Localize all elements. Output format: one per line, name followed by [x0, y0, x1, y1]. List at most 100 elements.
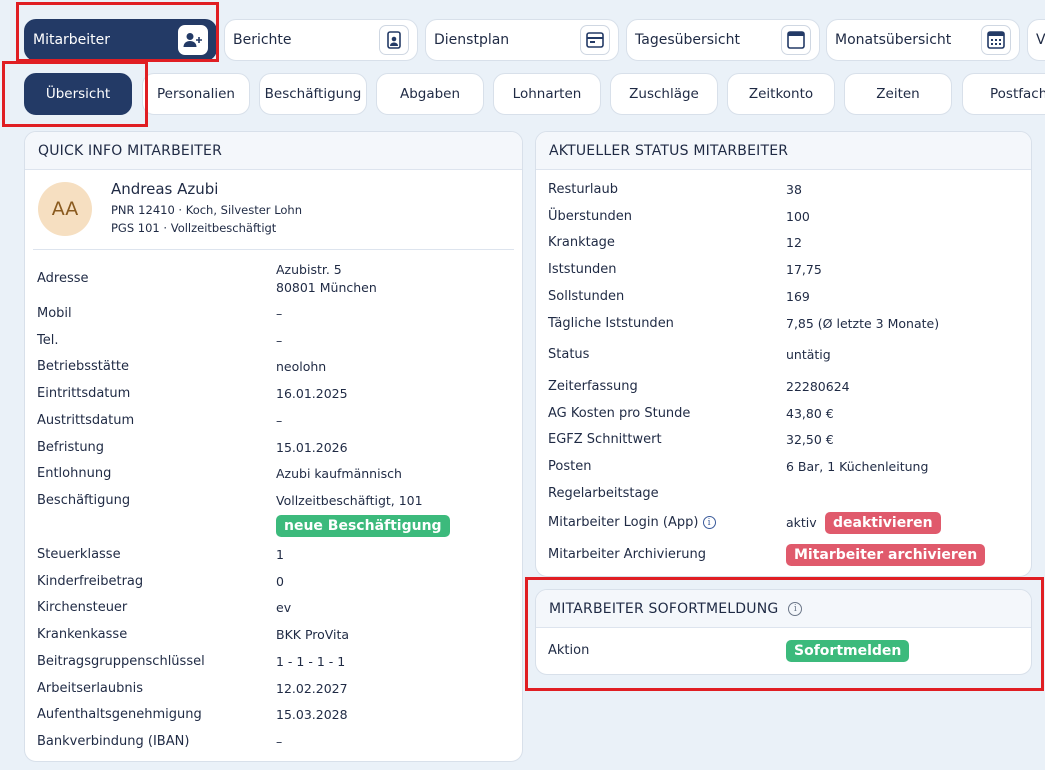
- field-label: Kirchensteuer: [37, 600, 128, 616]
- field-label: Status: [548, 347, 590, 363]
- status-card: AKTUELLER STATUS MITARBEITER Resturlaub 3…: [535, 131, 1032, 577]
- action-label: Aktion: [548, 643, 590, 658]
- subtab-lohnarten[interactable]: Lohnarten: [493, 73, 601, 115]
- archive-button[interactable]: Mitarbeiter archivieren: [786, 544, 986, 566]
- field-value: 7,85 (Ø letzte 3 Monate): [786, 315, 940, 331]
- schedule-icon: [580, 25, 610, 55]
- field-value: ev: [276, 600, 292, 616]
- field-label: AG Kosten pro Stunde: [548, 405, 691, 421]
- field-value: neolohn: [276, 359, 327, 375]
- field-label: Tel.: [37, 332, 59, 348]
- field-value: –: [276, 412, 283, 428]
- field-value: 100: [786, 208, 810, 224]
- field-value: –: [276, 733, 283, 749]
- sofortmelden-wrapper: Sofortmelden: [786, 640, 910, 662]
- field-value: 1 - 1 - 1 - 1: [276, 653, 346, 669]
- field-value: 1: [276, 547, 284, 562]
- tab-label: V: [1036, 32, 1045, 48]
- field-value: –: [276, 306, 283, 321]
- field-value: 32,50 €: [786, 432, 834, 448]
- deactivate-wrapper: deaktivieren: [825, 512, 941, 534]
- subtab-zeitkonto[interactable]: Zeitkonto: [727, 73, 835, 115]
- field-label: Resturlaub: [548, 182, 618, 197]
- info-icon[interactable]: i: [788, 601, 803, 616]
- field-label: Regelarbeitstage: [548, 485, 659, 501]
- field-value: 0: [276, 573, 284, 589]
- login-value: aktiv: [786, 515, 817, 530]
- field-label: Bankverbindung (IBAN): [37, 733, 190, 749]
- archive-label: Mitarbeiter Archivierung: [548, 547, 706, 562]
- login-label: Mitarbeiter Login (App) i: [548, 515, 716, 530]
- deactivate-button[interactable]: deaktivieren: [825, 512, 941, 534]
- quick-info-card: QUICK INFO MITARBEITER AA Andreas Azubi …: [24, 131, 523, 762]
- field-value: 22280624: [786, 378, 850, 394]
- address-line2: 80801 München: [276, 280, 377, 295]
- field-label: Mobil: [37, 306, 72, 321]
- field-label: Tägliche Iststunden: [548, 315, 674, 331]
- field-value: 17,75: [786, 262, 822, 278]
- field-label: Posten: [548, 459, 592, 474]
- tab-label: Mitarbeiter: [33, 32, 111, 48]
- calendar-day-icon: [781, 25, 811, 55]
- tab-mitarbeiter[interactable]: Mitarbeiter: [24, 19, 217, 61]
- info-icon[interactable]: i: [702, 516, 716, 529]
- subtab-uebersicht[interactable]: Übersicht: [24, 73, 132, 115]
- field-label: Kranktage: [548, 235, 615, 251]
- archive-wrapper: Mitarbeiter archivieren: [786, 544, 986, 566]
- tab-label: Dienstplan: [434, 32, 510, 48]
- field-label: Iststunden: [548, 262, 617, 278]
- field-value: untätig: [786, 347, 831, 363]
- field-label: Eintrittsdatum: [37, 386, 131, 402]
- tab-tagesuebersicht[interactable]: Tagesübersicht: [626, 19, 820, 61]
- new-employment-button[interactable]: neue Beschäftigung: [276, 515, 450, 537]
- field-value: Azubi kaufmännisch: [276, 466, 402, 482]
- sofortmeldung-card: MITARBEITER SOFORTMELDUNG i Aktion Sofor…: [535, 589, 1032, 675]
- field-label: EGFZ Schnittwert: [548, 432, 662, 448]
- field-value: BKK ProVita: [276, 627, 350, 643]
- field-label: Arbeitserlaubnis: [37, 680, 144, 696]
- subtab-zeiten[interactable]: Zeiten: [844, 73, 952, 115]
- field-value: 6 Bar, 1 Küchenleitung: [786, 459, 929, 474]
- field-value: –: [276, 332, 283, 348]
- field-value: 12: [786, 235, 802, 251]
- sofortmelden-button[interactable]: Sofortmelden: [786, 640, 910, 662]
- address-label: Adresse: [37, 271, 89, 286]
- tab-dienstplan[interactable]: Dienstplan: [425, 19, 619, 61]
- field-value: 15.01.2026: [276, 439, 348, 455]
- field-label: Austrittsdatum: [37, 412, 135, 428]
- subtab-abgaben[interactable]: Abgaben: [376, 73, 484, 115]
- field-value: 43,80 €: [786, 405, 834, 421]
- field-value: 169: [786, 288, 810, 304]
- field-value: 15.03.2028: [276, 707, 348, 723]
- employee-info-line2: PGS 101 · Vollzeitbeschäftigt: [111, 221, 277, 235]
- field-value: Vollzeitbeschäftigt, 101: [276, 492, 423, 508]
- field-label: Betriebsstätte: [37, 359, 130, 375]
- tab-monatsuebersicht[interactable]: Monatsübersicht: [826, 19, 1020, 61]
- subtab-beschaeftigung[interactable]: Beschäftigung: [259, 73, 367, 115]
- report-icon: [379, 25, 409, 55]
- field-label: Sollstunden: [548, 288, 625, 304]
- field-label: Zeiterfassung: [548, 378, 638, 394]
- subtab-personalien[interactable]: Personalien: [142, 73, 250, 115]
- field-value: 16.01.2025: [276, 386, 348, 402]
- employee-info-line1: PNR 12410 · Koch, Silvester Lohn: [111, 203, 303, 217]
- subtab-postfach[interactable]: Postfach: [962, 73, 1045, 115]
- field-label: Beschäftigung: [37, 492, 131, 508]
- field-label: Krankenkasse: [37, 627, 128, 643]
- field-label: Entlohnung: [37, 466, 112, 482]
- tab-label: Berichte: [233, 32, 292, 48]
- tab-label: Monatsübersicht: [835, 32, 952, 48]
- field-label: Beitragsgruppenschlüssel: [37, 653, 205, 669]
- avatar: AA: [38, 182, 92, 236]
- address-line1: Azubistr. 5: [276, 262, 342, 277]
- field-label: Überstunden: [548, 208, 632, 224]
- subtab-zuschlaege[interactable]: Zuschläge: [610, 73, 718, 115]
- field-label: Kinderfreibetrag: [37, 573, 144, 589]
- tab-label: Tagesübersicht: [635, 32, 740, 48]
- tab-more[interactable]: V: [1027, 19, 1045, 61]
- card-title: QUICK INFO MITARBEITER: [25, 132, 522, 170]
- tab-berichte[interactable]: Berichte: [224, 19, 418, 61]
- field-label: Steuerklasse: [37, 547, 121, 562]
- card-title: AKTUELLER STATUS MITARBEITER: [536, 132, 1031, 170]
- divider: [33, 249, 514, 250]
